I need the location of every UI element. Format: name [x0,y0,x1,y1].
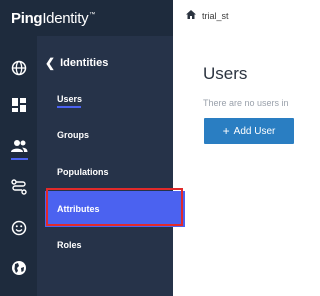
home-icon[interactable] [186,10,196,21]
earth-icon[interactable] [9,258,29,278]
nav-item-groups[interactable]: Groups [57,130,89,140]
nav-item-users[interactable]: Users [57,94,82,108]
nav-item-populations[interactable]: Populations [57,167,109,177]
add-user-button[interactable]: + Add User [204,118,294,144]
identities-panel: ❮ Identities [37,36,173,296]
plus-icon: + [222,124,230,138]
connections-icon[interactable] [9,177,29,197]
logo-text-bold: Ping [11,9,43,27]
dashboard-icon[interactable] [9,95,29,115]
breadcrumb: trial_st [186,10,229,21]
nav-item-roles[interactable]: Roles [57,240,82,250]
logo-text-regular: Identity [42,9,89,27]
identities-back-link[interactable]: ❮ Identities [45,56,108,70]
add-user-label: Add User [233,125,276,137]
nav-item-attributes[interactable]: Attributes [57,204,100,214]
page-title: Users [203,64,248,83]
empty-state-text: There are no users in [203,98,289,108]
chevron-left-icon: ❮ [45,56,56,70]
ping-identity-logo[interactable]: Ping Identity ™ [11,10,95,27]
globe-icon[interactable] [9,58,29,78]
smiley-icon[interactable] [9,218,29,238]
environment-name[interactable]: trial_st [202,11,229,21]
users-icon[interactable] [9,136,29,156]
logo-trademark: ™ [89,11,95,18]
panel-title: Identities [60,57,109,69]
active-section-indicator [11,158,28,160]
logo-bar: Ping Identity ™ [0,0,173,36]
